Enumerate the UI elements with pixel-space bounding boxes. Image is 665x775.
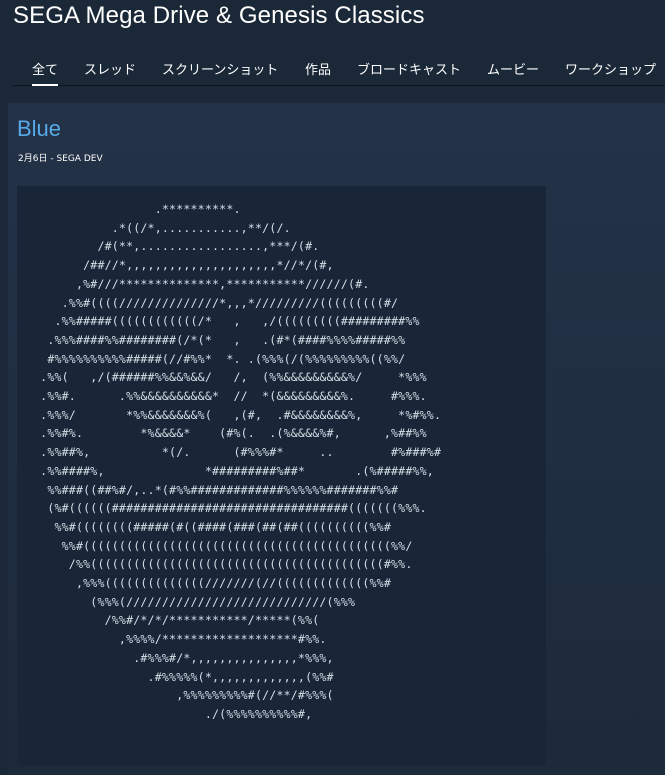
ascii-art: .**********. .*((/*,...........,**/(/. /… [40, 202, 442, 721]
tab-screenshots[interactable]: スクリーンショット [162, 59, 278, 78]
app-title: SEGA Mega Drive & Genesis Classics [13, 2, 425, 29]
tab-broadcasts[interactable]: ブロードキャスト [357, 59, 461, 78]
post-date: 2月6日 [18, 154, 48, 164]
post-meta: 2月6日 - SEGA DEV [18, 151, 103, 164]
tab-all[interactable]: 全て [32, 59, 59, 86]
post-author[interactable]: SEGA DEV [56, 154, 102, 164]
content-nav: 全て スレッド スクリーンショット 作品 ブロードキャスト ムービー ワークショ… [13, 53, 665, 86]
post-title[interactable]: Blue [17, 116, 61, 142]
tab-discussions[interactable]: スレッド [84, 59, 136, 78]
tab-videos[interactable]: ムービー [487, 59, 539, 78]
tab-workshop[interactable]: ワークショップ [565, 59, 656, 78]
tab-artwork[interactable]: 作品 [305, 59, 331, 78]
